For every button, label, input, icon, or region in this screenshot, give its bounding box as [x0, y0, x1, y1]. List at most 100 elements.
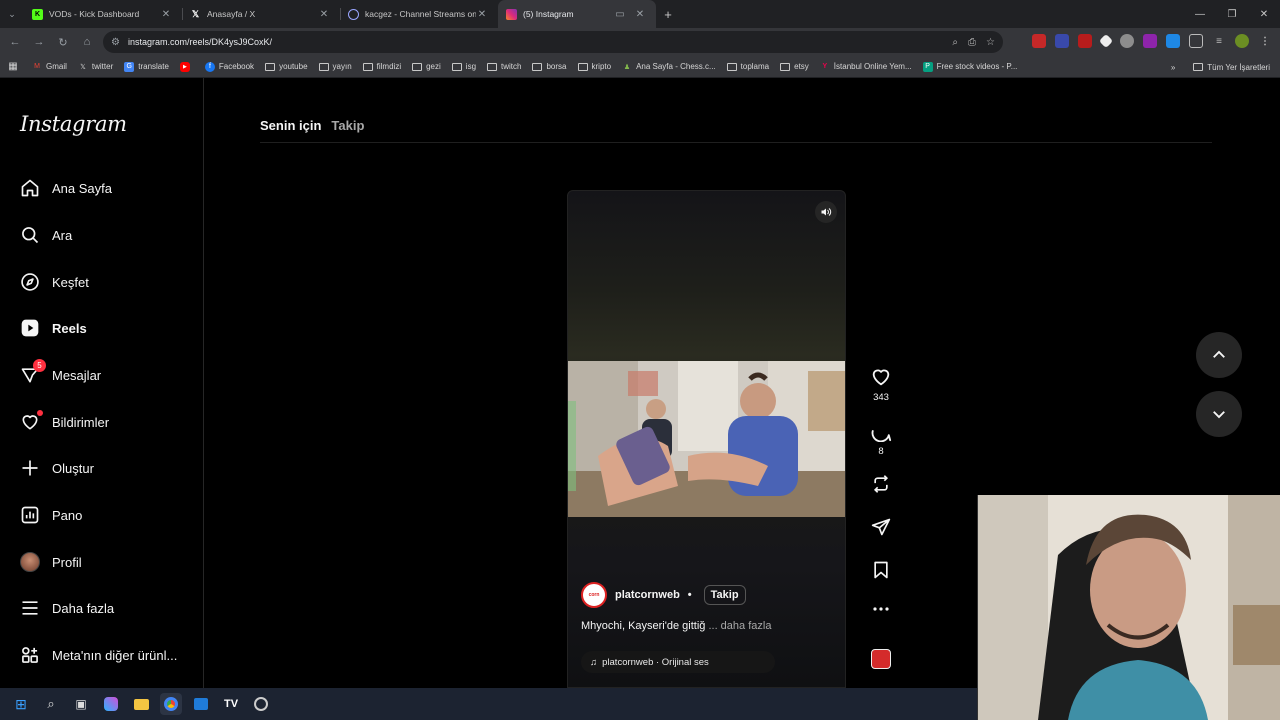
- bookmark-folder-kripto[interactable]: kripto: [577, 62, 611, 71]
- media-icon[interactable]: ▭: [614, 9, 626, 20]
- close-icon[interactable]: ✕: [160, 9, 172, 20]
- bookmarks-overflow-icon[interactable]: »: [1171, 63, 1175, 72]
- home-icon[interactable]: ⌂: [75, 28, 99, 56]
- tradingview-icon[interactable]: TV: [220, 693, 242, 715]
- remix-button[interactable]: [866, 474, 896, 494]
- folder-icon: [318, 62, 329, 71]
- minimize-icon[interactable]: —: [1184, 0, 1216, 28]
- bookmark-folder-yayin[interactable]: yayın: [318, 62, 352, 71]
- bookmark-facebook[interactable]: f Facebook: [204, 61, 254, 72]
- extension-icon[interactable]: [1032, 34, 1046, 48]
- tab-for-you[interactable]: Senin için: [260, 118, 321, 133]
- bookmark-folder-isg[interactable]: isg: [451, 62, 476, 71]
- extension-icon[interactable]: [1120, 34, 1134, 48]
- extension-icon[interactable]: [1098, 33, 1114, 49]
- audio-info[interactable]: ♫ platcornweb · Orijinal ses: [581, 651, 775, 673]
- extension-icon[interactable]: [1143, 34, 1157, 48]
- maximize-icon[interactable]: ❐: [1216, 0, 1248, 28]
- tab-following[interactable]: Takip: [331, 118, 364, 133]
- bookmark-chess[interactable]: ♟ Ana Sayfa - Chess.c...: [622, 62, 716, 72]
- profile-icon[interactable]: [1235, 34, 1249, 48]
- instagram-logo[interactable]: Instagram: [20, 112, 127, 136]
- comment-button[interactable]: 8: [866, 420, 896, 457]
- bookmark-folder-toplama[interactable]: toplama: [726, 62, 769, 71]
- author-username[interactable]: platcornweb: [615, 589, 680, 601]
- bookmark-pexels[interactable]: P Free stock videos - P...: [922, 61, 1017, 72]
- nav-create[interactable]: Oluştur: [20, 456, 94, 480]
- puzzle-icon[interactable]: [1189, 34, 1203, 48]
- file-explorer-icon[interactable]: [130, 693, 152, 715]
- bookmark-yemeksepeti[interactable]: Y İstanbul Online Yem...: [820, 62, 911, 72]
- close-icon[interactable]: ✕: [476, 9, 488, 20]
- zoom-icon[interactable]: ⌕: [952, 37, 958, 48]
- author-avatar[interactable]: corn: [581, 582, 607, 608]
- extension-icon[interactable]: [1078, 34, 1092, 48]
- apps-icon[interactable]: ▦: [8, 61, 18, 72]
- browser-tab-kick-vods[interactable]: K VODs - Kick Dashboard ✕: [24, 0, 182, 28]
- nav-search[interactable]: Ara: [20, 223, 72, 247]
- reload-icon[interactable]: ↻: [51, 28, 75, 56]
- browser-tab-instagram[interactable]: (5) Instagram ▭ ✕: [498, 0, 656, 28]
- bookmark-translate[interactable]: Gtranslate: [124, 61, 169, 72]
- nav-meta-apps[interactable]: Meta'nın diğer ürünl...: [20, 643, 177, 667]
- store-icon[interactable]: [190, 693, 212, 715]
- menu-kebab-icon[interactable]: ⋮: [1258, 34, 1272, 48]
- copilot-icon[interactable]: [100, 693, 122, 715]
- nav-home[interactable]: Ana Sayfa: [20, 176, 112, 200]
- next-reel-button[interactable]: [1196, 391, 1242, 437]
- messages-badge: 5: [33, 359, 46, 372]
- extension-icon[interactable]: [1055, 34, 1069, 48]
- bookmark-folder-twitch[interactable]: twitch: [487, 62, 521, 71]
- bookmark-folder-etsy[interactable]: etsy: [780, 62, 809, 71]
- nav-explore[interactable]: Keşfet: [20, 270, 89, 294]
- forward-icon[interactable]: →: [27, 28, 51, 56]
- chrome-icon[interactable]: [160, 693, 182, 715]
- obs-icon[interactable]: [250, 693, 272, 715]
- nav-dashboard[interactable]: Pano: [20, 503, 82, 527]
- browser-tab-strip: ⌄ K VODs - Kick Dashboard ✕ 𝕏 Anasayfa /…: [0, 0, 1280, 28]
- site-info-icon[interactable]: ⚙: [111, 37, 120, 48]
- nav-label: Reels: [52, 320, 87, 336]
- install-icon[interactable]: ⎙: [968, 37, 976, 48]
- audio-thumbnail[interactable]: [866, 649, 896, 669]
- task-view-icon[interactable]: ▣: [70, 693, 92, 715]
- like-button[interactable]: 343: [866, 366, 896, 403]
- nav-profile[interactable]: Profil: [20, 550, 82, 574]
- nav-reels[interactable]: Reels: [20, 316, 87, 340]
- windows-start-icon[interactable]: ⊞: [10, 693, 32, 715]
- caption-more-link[interactable]: ... daha fazla: [708, 620, 771, 632]
- tab-search-icon[interactable]: ⌄: [0, 0, 24, 28]
- window-close-icon[interactable]: ✕: [1248, 0, 1280, 28]
- extension-icon[interactable]: [1166, 34, 1180, 48]
- nav-messages[interactable]: 5 Mesajlar: [20, 359, 101, 387]
- new-tab-button[interactable]: +: [656, 7, 680, 22]
- follow-button[interactable]: Takip: [703, 585, 746, 605]
- previous-reel-button[interactable]: [1196, 332, 1242, 378]
- bookmark-folder-youtube[interactable]: youtube: [265, 62, 308, 71]
- back-icon[interactable]: ←: [3, 28, 27, 56]
- volume-icon[interactable]: [815, 201, 837, 223]
- bookmark-folder-borsa[interactable]: borsa: [532, 62, 567, 71]
- bookmark-star-icon[interactable]: ☆: [986, 37, 995, 48]
- more-options-button[interactable]: [866, 606, 896, 612]
- nav-notifications[interactable]: Bildirimler: [20, 410, 109, 434]
- save-button[interactable]: [866, 560, 896, 580]
- taskbar-search-icon[interactable]: ⌕: [40, 693, 62, 715]
- all-bookmarks-folder[interactable]: Tüm Yer İşaretleri: [1207, 63, 1270, 72]
- address-bar[interactable]: ⚙ instagram.com/reels/DK4ysJ9CoxK/ ⌕ ⎙ ☆: [103, 31, 1003, 53]
- close-icon[interactable]: ✕: [634, 9, 646, 20]
- close-icon[interactable]: ✕: [318, 9, 330, 20]
- browser-tab-kick-streams[interactable]: kacgez - Channel Streams on Kick ✕: [340, 0, 498, 28]
- windows-taskbar: ⊞ ⌕ ▣ TV: [0, 688, 977, 720]
- bookmark-gmail[interactable]: M Gmail: [32, 62, 67, 72]
- video-frame[interactable]: [568, 361, 845, 517]
- bookmark-folder-filmdizi[interactable]: filmdizi: [362, 62, 401, 71]
- browser-tab-x[interactable]: 𝕏 Anasayfa / X ✕: [182, 0, 340, 28]
- reel-video-player[interactable]: corn platcornweb • Takip Mhyochi, Kayser…: [567, 190, 846, 688]
- bookmark-youtube[interactable]: ▶: [179, 61, 194, 72]
- nav-more[interactable]: Daha fazla: [20, 596, 114, 620]
- bookmark-folder-gezi[interactable]: gezi: [412, 62, 441, 71]
- bookmark-twitter[interactable]: 𝕏twitter: [78, 62, 113, 72]
- media-control-icon[interactable]: ≡: [1212, 34, 1226, 48]
- share-button[interactable]: [866, 517, 896, 537]
